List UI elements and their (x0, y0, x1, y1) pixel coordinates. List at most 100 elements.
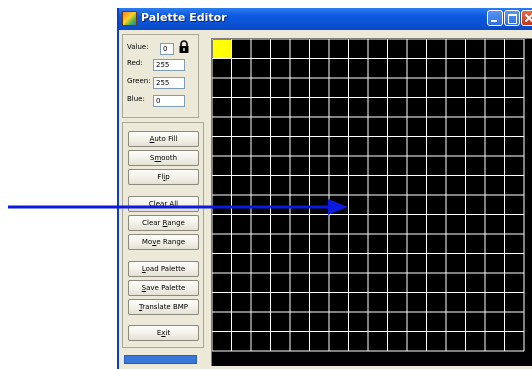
palette-cell[interactable] (466, 196, 485, 214)
palette-cell[interactable] (447, 98, 465, 117)
palette-cell[interactable] (408, 59, 426, 78)
palette-cell[interactable] (291, 137, 309, 156)
palette-cell[interactable] (427, 332, 446, 351)
palette-cell[interactable] (310, 313, 329, 331)
palette-cell[interactable] (213, 235, 231, 253)
palette-cell[interactable] (447, 274, 465, 292)
palette-cell[interactable] (310, 293, 329, 312)
palette-cell[interactable] (447, 79, 465, 97)
palette-cell[interactable] (408, 118, 426, 136)
palette-cell[interactable] (388, 215, 407, 234)
palette-cell[interactable] (213, 274, 231, 292)
palette-cell[interactable] (505, 79, 524, 97)
palette-cell[interactable] (486, 313, 504, 331)
palette-cell[interactable] (427, 79, 446, 97)
palette-cell[interactable] (310, 235, 329, 253)
palette-cell[interactable] (349, 215, 368, 234)
palette-cell[interactable] (369, 118, 387, 136)
palette-cell[interactable] (427, 215, 446, 234)
palette-cell[interactable] (291, 59, 309, 78)
palette-cell[interactable] (447, 215, 465, 234)
palette-cell[interactable] (330, 215, 348, 234)
palette-cell[interactable] (447, 313, 465, 331)
palette-cell[interactable] (369, 59, 387, 78)
palette-cell[interactable] (330, 332, 348, 351)
palette-cell[interactable] (388, 274, 407, 292)
palette-cell[interactable] (213, 332, 231, 351)
palette-cell[interactable] (408, 157, 426, 175)
palette-cell[interactable] (310, 215, 329, 234)
palette-cell[interactable] (408, 40, 426, 58)
palette-cell[interactable] (486, 98, 504, 117)
palette-cell[interactable] (291, 40, 309, 58)
palette-cell[interactable] (252, 235, 270, 253)
palette-cell[interactable] (349, 137, 368, 156)
palette-cell[interactable] (232, 293, 251, 312)
palette-cell[interactable] (486, 79, 504, 97)
palette-cell[interactable] (466, 215, 485, 234)
palette-cell[interactable] (408, 98, 426, 117)
palette-cell[interactable] (330, 293, 348, 312)
palette-cell[interactable] (349, 293, 368, 312)
palette-cell[interactable] (447, 332, 465, 351)
palette-cell[interactable] (486, 176, 504, 195)
palette-cell[interactable] (369, 98, 387, 117)
palette-cell[interactable] (232, 215, 251, 234)
palette-cell[interactable] (447, 59, 465, 78)
palette-cell[interactable] (505, 215, 524, 234)
palette-cell[interactable] (232, 235, 251, 253)
blue-field[interactable]: 0 (153, 95, 185, 107)
palette-cell[interactable] (291, 274, 309, 292)
palette-cell[interactable] (466, 235, 485, 253)
palette-cell[interactable] (408, 254, 426, 273)
palette-cell[interactable] (252, 313, 270, 331)
palette-cell[interactable] (447, 157, 465, 175)
palette-cell[interactable] (310, 137, 329, 156)
palette-cell[interactable] (291, 98, 309, 117)
palette-cell[interactable] (408, 215, 426, 234)
palette-cell[interactable] (349, 313, 368, 331)
palette-cell[interactable] (447, 118, 465, 136)
palette-cell[interactable] (427, 235, 446, 253)
palette-cell[interactable] (252, 196, 270, 214)
palette-cell[interactable] (271, 137, 290, 156)
palette-cell[interactable] (349, 235, 368, 253)
palette-cell[interactable] (291, 157, 309, 175)
palette-cell[interactable] (330, 313, 348, 331)
palette-cell[interactable] (369, 176, 387, 195)
palette-cell[interactable] (369, 40, 387, 58)
palette-cell[interactable] (232, 313, 251, 331)
palette-cell[interactable] (466, 332, 485, 351)
palette-cell[interactable] (505, 176, 524, 195)
palette-cell[interactable] (291, 215, 309, 234)
palette-cell[interactable] (388, 118, 407, 136)
palette-cell[interactable] (505, 235, 524, 253)
palette-cell[interactable] (369, 293, 387, 312)
palette-cell[interactable] (486, 254, 504, 273)
palette-cell[interactable] (388, 196, 407, 214)
palette-cell[interactable] (330, 274, 348, 292)
palette-cell[interactable] (252, 118, 270, 136)
palette-cell[interactable] (252, 59, 270, 78)
palette-cell[interactable] (447, 254, 465, 273)
palette-cell[interactable] (291, 332, 309, 351)
lock-icon[interactable] (178, 40, 190, 54)
palette-cell[interactable] (252, 293, 270, 312)
palette-cell[interactable] (427, 196, 446, 214)
palette-cell[interactable] (427, 293, 446, 312)
palette-cell[interactable] (330, 176, 348, 195)
palette-cell[interactable] (505, 313, 524, 331)
palette-cell[interactable] (486, 118, 504, 136)
palette-cell[interactable] (369, 313, 387, 331)
palette-cell[interactable] (408, 196, 426, 214)
palette-cell[interactable] (232, 254, 251, 273)
move-range-button[interactable]: Move Range (128, 234, 199, 250)
palette-cell[interactable] (408, 176, 426, 195)
palette-cell[interactable] (427, 254, 446, 273)
palette-cell[interactable] (447, 176, 465, 195)
palette-grid-canvas[interactable] (212, 39, 532, 366)
palette-cell[interactable] (271, 98, 290, 117)
palette-cell[interactable] (369, 79, 387, 97)
palette-cell[interactable] (388, 79, 407, 97)
palette-cell[interactable] (252, 40, 270, 58)
